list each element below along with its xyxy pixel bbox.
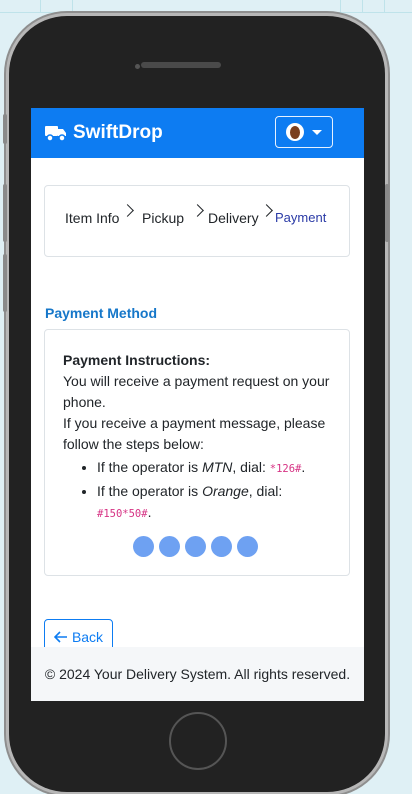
brand[interactable]: SwiftDrop [45, 122, 163, 144]
steps-breadcrumb: Item Info Pickup Delivery Payment [44, 185, 350, 257]
instructions-line-2: If you receive a payment message, please… [63, 415, 326, 452]
loading-dot [159, 536, 180, 557]
tick [384, 0, 385, 12]
app-screen: SwiftDrop Item Info Pickup Delivery Paym… [31, 108, 364, 701]
step-payment[interactable]: Payment [275, 210, 326, 225]
front-camera [135, 64, 140, 69]
navbar: SwiftDrop [31, 108, 364, 158]
loading-dot [237, 536, 258, 557]
tick [40, 0, 41, 12]
payment-instructions-card: Payment Instructions: You will receive a… [44, 329, 350, 576]
orange-code: #150*50# [97, 508, 148, 520]
loading-dot [185, 536, 206, 557]
mtn-prefix: If the operator is [97, 459, 203, 475]
footer-text: © 2024 Your Delivery System. All rights … [44, 666, 351, 682]
step-delivery[interactable]: Delivery [208, 210, 259, 226]
speaker-grille [141, 62, 221, 68]
tick [72, 0, 73, 12]
instructions-line-1: You will receive a payment request on yo… [63, 373, 330, 410]
mtn-operator: MTN [202, 459, 233, 475]
mtn-mid: , dial: [232, 459, 270, 475]
step-pickup[interactable]: Pickup [142, 210, 184, 226]
orange-mid: , dial: [248, 483, 283, 499]
loading-indicator [133, 536, 258, 557]
list-item-orange: If the operator is Orange, dial: #150*50… [97, 481, 331, 525]
avatar [286, 123, 304, 141]
tick [362, 0, 363, 12]
list-item-mtn: If the operator is MTN, dial: *126#. [97, 457, 331, 480]
top-strip [0, 0, 412, 13]
mtn-end: . [301, 459, 306, 475]
mtn-code: *126# [269, 463, 302, 475]
footer: © 2024 Your Delivery System. All rights … [31, 647, 364, 701]
operator-list: If the operator is MTN, dial: *126#. If … [63, 457, 331, 525]
chevron-right-icon [121, 204, 134, 217]
mute-button [3, 114, 7, 144]
brand-name: SwiftDrop [73, 122, 163, 143]
truck-icon [45, 126, 66, 142]
power-button [385, 184, 389, 242]
orange-prefix: If the operator is [97, 483, 203, 499]
chevron-right-icon [191, 204, 204, 217]
instructions-title: Payment Instructions: [63, 352, 211, 368]
home-button [169, 712, 227, 770]
loading-dot [133, 536, 154, 557]
orange-end: . [147, 504, 152, 520]
step-item-info[interactable]: Item Info [65, 210, 119, 226]
tick [340, 0, 341, 12]
orange-operator: Orange [202, 483, 249, 499]
user-menu-button[interactable] [275, 116, 333, 148]
section-title: Payment Method [45, 305, 158, 321]
back-button-label: Back [71, 629, 104, 645]
loading-dot [211, 536, 232, 557]
caret-down-icon [312, 129, 322, 135]
arrow-left-icon [53, 631, 67, 643]
volume-down-button [3, 254, 7, 312]
chevron-right-icon [260, 204, 273, 217]
volume-up-button [3, 184, 7, 242]
